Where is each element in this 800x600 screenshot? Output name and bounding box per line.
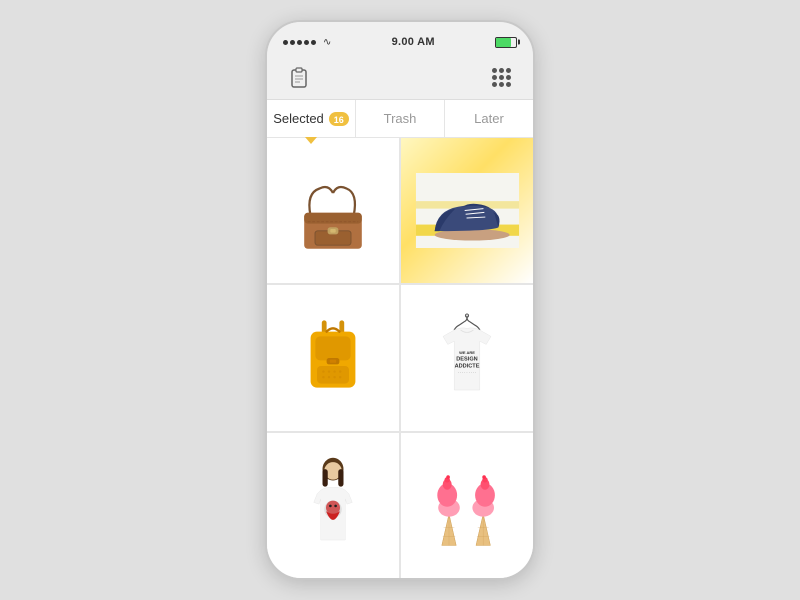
- product-grid: WE ARE DESIGN ADDICTE · · · · · · · · ·: [267, 138, 533, 578]
- product-item-3[interactable]: [267, 285, 399, 430]
- signal-dot: [304, 40, 309, 45]
- woman-tshirt-icon: [298, 455, 368, 555]
- shoe-background: [401, 138, 533, 283]
- svg-text:WE ARE: WE ARE: [459, 350, 475, 355]
- app-screen: Selected 16 Trash Later: [267, 100, 533, 578]
- svg-text:· · · · · · · · ·: · · · · · · · · ·: [458, 371, 477, 375]
- clipboard-button[interactable]: [287, 66, 311, 90]
- icecream-icon: [422, 455, 512, 555]
- tab-selected-label: Selected: [273, 111, 324, 126]
- product-item-2[interactable]: [401, 138, 533, 283]
- product-item-6[interactable]: [401, 433, 533, 578]
- bag-yellow-icon: [293, 313, 373, 403]
- tab-later[interactable]: Later: [445, 100, 533, 137]
- wifi-icon: ∿: [323, 37, 331, 48]
- battery-fill: [496, 38, 511, 47]
- status-signal: ∿: [283, 37, 331, 48]
- signal-dot: [297, 40, 302, 45]
- tab-bar: Selected 16 Trash Later: [267, 100, 533, 138]
- product-item-1[interactable]: [267, 138, 399, 283]
- tab-selected-badge: 16: [329, 112, 349, 126]
- signal-dot: [290, 40, 295, 45]
- grid-icon: [492, 68, 511, 87]
- grid-menu-button[interactable]: [489, 66, 513, 90]
- battery-indicator: [495, 37, 517, 48]
- product-item-5[interactable]: [267, 433, 399, 578]
- tab-trash-label: Trash: [384, 111, 417, 126]
- tab-selected[interactable]: Selected 16: [267, 100, 356, 137]
- tab-later-label: Later: [474, 111, 504, 126]
- status-bar: ∿ 9.00 AM: [267, 22, 533, 56]
- signal-dots: [283, 40, 316, 45]
- battery-icon: [495, 37, 517, 48]
- status-time: 9.00 AM: [392, 36, 435, 48]
- signal-dot: [311, 40, 316, 45]
- shoe-blue-icon: [415, 173, 520, 248]
- bag-brown-icon: [288, 166, 378, 256]
- app-toolbar: [267, 56, 533, 100]
- product-item-4[interactable]: WE ARE DESIGN ADDICTE · · · · · · · · ·: [401, 285, 533, 430]
- svg-text:ADDICTE: ADDICTE: [455, 364, 480, 370]
- phone-frame: ∿ 9.00 AM: [265, 20, 535, 580]
- tab-trash[interactable]: Trash: [356, 100, 445, 137]
- clipboard-icon: [289, 67, 309, 89]
- svg-text:DESIGN: DESIGN: [456, 356, 477, 362]
- signal-dot: [283, 40, 288, 45]
- tshirt-design-icon: WE ARE DESIGN ADDICTE · · · · · · · · ·: [427, 313, 507, 403]
